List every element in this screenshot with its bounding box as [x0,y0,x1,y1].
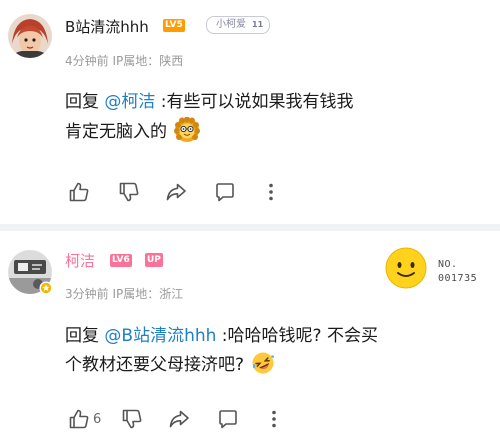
more-button[interactable] [260,181,282,203]
up-badge: UP [145,253,163,267]
rofl-emoji-icon [251,351,275,385]
thumbs-up-icon [69,182,89,202]
more-dots-icon [269,183,273,201]
comment-meta: 4分钟前 IP属地：陕西 [65,54,184,68]
more-dots-icon [272,410,277,428]
username[interactable]: 柯洁 [65,250,95,271]
like-count: 6 [93,411,102,427]
like-button[interactable] [68,181,93,203]
level-badge: LV6 [110,254,132,267]
divider [0,224,500,231]
comment-text: 回复 @柯洁 :有些可以说如果我有钱我肯定无脑入的 [65,88,365,153]
comment-thread: B站清流hhh LV5 小柯爱 11 4分钟前 IP属地：陕西 回复 @柯洁 :有… [0,0,500,440]
reply-prefix: 回复 [65,92,105,112]
fan-medal-name: 小柯爱 [216,19,246,30]
avatar[interactable] [8,250,53,295]
decoration-label: NO. [438,259,458,270]
dislike-button[interactable] [121,408,143,430]
reply-prefix: 回复 [65,326,105,346]
level-badge: LV5 [163,19,185,32]
comment-icon [219,410,238,429]
mention-link[interactable]: @柯洁 [104,92,155,112]
fan-decoration: NO. 001735 [383,239,493,301]
comment-text: 回复 @B站清流hhh :哈哈哈钱呢? 不会买个教材还要父母接济吧? [65,322,380,385]
lion-emoji-icon [174,116,201,153]
decoration-number: 001735 [438,273,478,284]
comment-icon [216,183,234,202]
smiley-face-icon [385,247,427,289]
username[interactable]: B站清流hhh [65,16,149,37]
comment-actions [68,181,282,203]
more-button[interactable] [263,408,285,430]
fan-medal[interactable]: 小柯爱 11 [206,16,271,34]
share-button[interactable] [168,408,190,430]
like-button[interactable]: 6 [68,408,101,430]
fan-medal-level: 11 [252,20,264,29]
mention-link[interactable]: @B站清流hhh [104,326,216,346]
share-icon [169,410,190,428]
comment-actions: 6 [68,408,285,430]
share-icon [166,183,186,201]
thumbs-down-icon [119,182,139,202]
comment-meta: 3分钟前 IP属地：浙江 [65,287,184,301]
verified-badge-icon [39,281,53,295]
thumbs-down-icon [122,409,142,429]
share-button[interactable] [165,181,187,203]
reply-button[interactable] [214,181,236,203]
avatar[interactable] [8,14,52,58]
thumbs-up-icon [69,409,89,429]
dislike-button[interactable] [118,181,140,203]
reply-button[interactable] [217,408,239,430]
